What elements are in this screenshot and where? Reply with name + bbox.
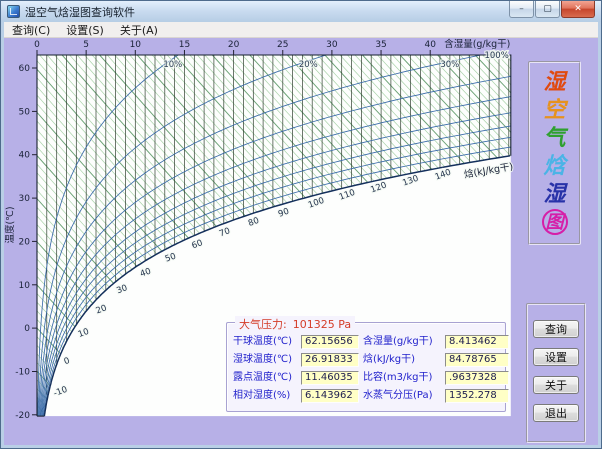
art-char-4: 湿 bbox=[530, 180, 579, 208]
art-char-1: 空 bbox=[530, 96, 579, 124]
vapor-pressure-label: 水蒸气分压(Pa) bbox=[363, 389, 441, 403]
app-window: 湿空气焓湿图查询软件 – ▢ ✕ 查询(C) 设置(S) 关于(A) 05101… bbox=[0, 0, 602, 449]
svg-text:0: 0 bbox=[24, 324, 30, 334]
svg-text:35: 35 bbox=[375, 40, 386, 50]
pressure-value: 101325 Pa bbox=[293, 318, 351, 331]
svg-text:40: 40 bbox=[19, 151, 31, 161]
svg-text:20: 20 bbox=[19, 237, 31, 247]
svg-text:10: 10 bbox=[130, 40, 142, 50]
app-icon bbox=[7, 5, 20, 18]
svg-text:100%: 100% bbox=[484, 51, 508, 61]
wet-bulb-field[interactable]: 26.91833 bbox=[301, 353, 359, 367]
specific-volume-label: 比容(m3/kg干) bbox=[363, 371, 441, 385]
svg-text:30: 30 bbox=[326, 40, 338, 50]
art-char-5: 图 bbox=[542, 209, 568, 235]
art-char-2: 气 bbox=[530, 124, 579, 152]
specific-volume-field[interactable]: .9637328 bbox=[445, 371, 509, 385]
decorative-title-box: 湿空气焓湿图 bbox=[528, 61, 581, 245]
results-grid: 干球温度(℃) 62.15656 含湿量(g/kg干) 8.413462 湿球温… bbox=[227, 323, 505, 403]
enthalpy-field[interactable]: 84.78765 bbox=[445, 353, 509, 367]
menu-settings[interactable]: 设置(S) bbox=[58, 21, 112, 39]
svg-text:-20: -20 bbox=[15, 411, 30, 421]
enthalpy-label: 焓(kJ/kg干) bbox=[363, 353, 441, 367]
results-panel: 大气压力:101325 Pa 干球温度(℃) 62.15656 含湿量(g/kg… bbox=[226, 322, 506, 412]
svg-text:60: 60 bbox=[19, 64, 31, 74]
client-area: 0 5 10 15 20 25 30 35 40 含湿量(g/kg干) 60 50 40 30 20 10 0 -… bbox=[4, 38, 598, 445]
dry-bulb-field[interactable]: 62.15656 bbox=[301, 335, 359, 349]
svg-text:20%: 20% bbox=[299, 60, 318, 70]
y-axis: 60 50 40 30 20 10 0 -10 -20 温度(℃) bbox=[4, 64, 37, 421]
svg-text:20: 20 bbox=[228, 40, 240, 50]
dew-point-label: 露点温度(℃) bbox=[233, 371, 297, 385]
atmospheric-pressure: 大气压力: 101325 Pa bbox=[235, 316, 355, 332]
query-button[interactable]: 查询 bbox=[533, 320, 579, 338]
svg-text:50: 50 bbox=[19, 107, 31, 117]
pressure-label: 大气压力: bbox=[239, 318, 287, 331]
svg-text:40: 40 bbox=[424, 40, 436, 50]
art-char-0: 湿 bbox=[530, 68, 579, 96]
dew-point-field[interactable]: 11.46035 bbox=[301, 371, 359, 385]
svg-text:10%: 10% bbox=[163, 60, 182, 70]
dry-bulb-label: 干球温度(℃) bbox=[233, 335, 297, 349]
vapor-pressure-field[interactable]: 1352.278 bbox=[445, 389, 509, 403]
wet-bulb-label: 湿球温度(℃) bbox=[233, 353, 297, 367]
svg-text:温度(℃): 温度(℃) bbox=[4, 206, 16, 243]
svg-text:15: 15 bbox=[179, 40, 190, 50]
window-title: 湿空气焓湿图查询软件 bbox=[25, 4, 135, 20]
about-button[interactable]: 关于 bbox=[533, 376, 579, 394]
settings-button[interactable]: 设置 bbox=[533, 348, 579, 366]
svg-text:30: 30 bbox=[19, 194, 31, 204]
svg-text:10: 10 bbox=[19, 281, 31, 291]
svg-text:30%: 30% bbox=[440, 60, 459, 70]
relative-humidity-label: 相对湿度(%) bbox=[233, 389, 297, 403]
window-controls: – ▢ ✕ bbox=[508, 1, 595, 18]
menu-about[interactable]: 关于(A) bbox=[112, 21, 166, 39]
moisture-content-label: 含湿量(g/kg干) bbox=[363, 335, 441, 349]
svg-text:25: 25 bbox=[277, 40, 288, 50]
moisture-content-field[interactable]: 8.413462 bbox=[445, 335, 509, 349]
x-axis: 0 5 10 15 20 25 30 35 40 含湿量(g/kg干) bbox=[34, 38, 510, 55]
art-char-3: 焓 bbox=[530, 152, 579, 180]
minimize-button[interactable]: – bbox=[509, 1, 534, 18]
svg-text:-10: -10 bbox=[15, 368, 30, 378]
close-button[interactable]: ✕ bbox=[561, 1, 595, 18]
title-bar[interactable]: 湿空气焓湿图查询软件 – ▢ ✕ bbox=[1, 1, 601, 22]
svg-text:0: 0 bbox=[34, 40, 40, 50]
action-button-panel: 查询 设置 关于 退出 bbox=[526, 303, 586, 443]
exit-button[interactable]: 退出 bbox=[533, 404, 579, 422]
relative-humidity-field[interactable]: 6.143962 bbox=[301, 389, 359, 403]
maximize-button[interactable]: ▢ bbox=[535, 1, 560, 18]
svg-text:5: 5 bbox=[83, 40, 89, 50]
menu-query[interactable]: 查询(C) bbox=[4, 21, 58, 39]
menu-bar: 查询(C) 设置(S) 关于(A) bbox=[4, 22, 598, 38]
svg-text:含湿量(g/kg干): 含湿量(g/kg干) bbox=[444, 38, 510, 50]
